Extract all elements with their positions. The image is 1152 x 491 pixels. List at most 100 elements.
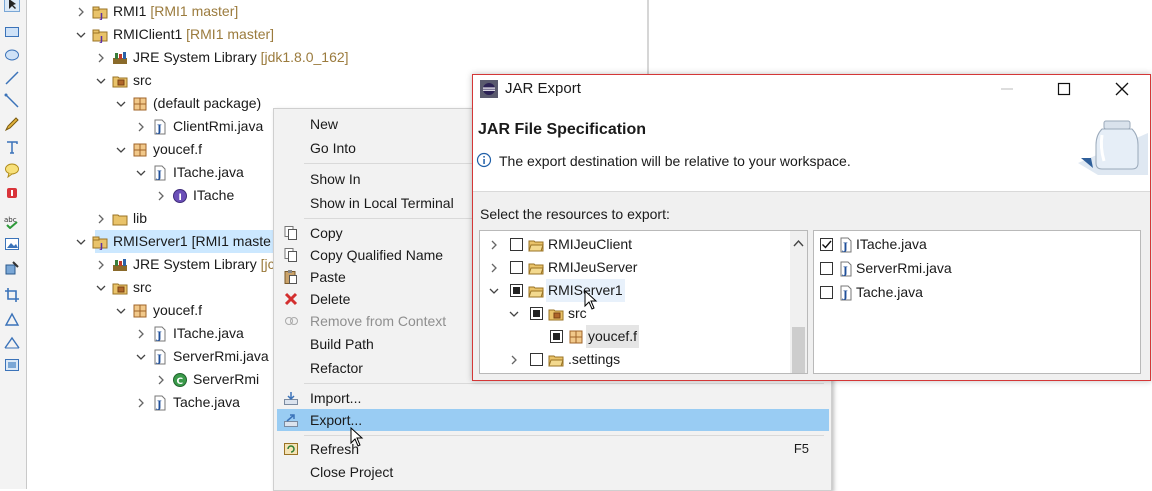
java-file-icon: J (838, 261, 854, 277)
tree-item-label: youcef.f (153, 302, 203, 318)
chevron-right-icon[interactable] (135, 322, 147, 345)
tree-item-label: ITache (193, 187, 235, 203)
connector-tool-icon[interactable] (4, 93, 20, 109)
menu-item-import[interactable]: Import... (274, 387, 831, 409)
menu-separator (304, 435, 824, 436)
chevron-right-icon[interactable] (75, 0, 87, 23)
menu-item-label: Paste (310, 269, 346, 285)
component-tool-icon[interactable] (4, 260, 20, 276)
file-checkbox[interactable] (820, 286, 833, 299)
svg-text:J: J (156, 124, 162, 135)
resource-checkbox[interactable] (530, 307, 543, 320)
chevron-right-icon[interactable] (95, 253, 107, 276)
dialog-titlebar[interactable]: JAR Export (473, 75, 1150, 103)
chevron-down-icon[interactable] (95, 276, 107, 299)
scrollbar-thumb[interactable] (792, 327, 805, 373)
resource-label: .settings (568, 351, 621, 367)
distribute-tool-icon[interactable] (4, 334, 20, 350)
chevron-right-icon[interactable] (95, 207, 107, 230)
menu-item-label: Copy (310, 225, 343, 241)
refresh-icon (283, 441, 299, 457)
chevron-down-icon[interactable] (508, 302, 520, 325)
svg-text:I: I (179, 193, 182, 203)
resource-tree-scrollbar[interactable] (790, 231, 807, 373)
tree-item-label: RMIServer1 [RMI1 maste (113, 233, 271, 249)
library-icon (112, 50, 128, 66)
chevron-down-icon[interactable] (115, 138, 127, 161)
minimize-button[interactable] (984, 75, 1030, 103)
chevron-right-icon[interactable] (135, 115, 147, 138)
file-checkbox[interactable] (820, 238, 833, 251)
java-file-icon: J (838, 285, 854, 301)
tree-item-label: RMI1 (113, 3, 147, 19)
menu-item-label: Refactor (310, 360, 363, 376)
text-tool-icon[interactable] (4, 139, 20, 155)
menu-item-label: Build Path (310, 336, 374, 352)
chevron-right-icon[interactable] (155, 368, 167, 391)
chevron-down-icon[interactable] (75, 230, 87, 253)
maximize-button[interactable] (1041, 75, 1087, 103)
menu-item-label: Show in Local Terminal (310, 195, 454, 211)
chevron-right-icon[interactable] (488, 233, 500, 256)
resource-tree[interactable]: RMIJeuClient RMIJeuServer RMIServer1 src (479, 230, 808, 374)
tree-item-label: ITache.java (173, 325, 244, 341)
resource-checkbox[interactable] (510, 284, 523, 297)
info-message: The export destination will be relative … (499, 153, 851, 169)
chevron-down-icon[interactable] (135, 345, 147, 368)
tree-item-label: ServerRmi.java (173, 348, 269, 364)
pen-tool-icon[interactable] (4, 116, 20, 132)
file-label: ITache.java (856, 236, 927, 252)
package-icon (568, 329, 584, 345)
resource-checkbox[interactable] (550, 330, 563, 343)
java-project-icon: J (92, 234, 108, 250)
chevron-right-icon[interactable] (155, 184, 167, 207)
copy-icon (283, 247, 299, 263)
java-project-icon: J (92, 27, 108, 43)
project-folder-icon (528, 237, 544, 253)
chevron-down-icon[interactable] (95, 69, 107, 92)
resource-label: RMIJeuServer (548, 259, 638, 275)
resource-checkbox[interactable] (530, 353, 543, 366)
menu-item-label: Import... (310, 390, 362, 406)
spell-check-icon[interactable]: abc (4, 213, 20, 229)
chevron-right-icon[interactable] (135, 391, 147, 414)
line-tool-icon[interactable] (4, 70, 20, 86)
chevron-down-icon[interactable] (135, 161, 147, 184)
svg-text:J: J (99, 242, 103, 250)
file-list[interactable]: J ITache.java J ServerRmi.java J Tache.j… (813, 230, 1141, 374)
chevron-down-icon[interactable] (488, 279, 500, 302)
resource-checkbox[interactable] (510, 238, 523, 251)
view-divider (647, 0, 649, 75)
resource-label: youcef.f (586, 325, 640, 348)
tree-item-label: src (133, 72, 152, 88)
resource-checkbox[interactable] (510, 261, 523, 274)
ellipse-tool-icon[interactable] (4, 47, 20, 63)
note-tool-icon[interactable] (4, 162, 20, 178)
crop-tool-icon[interactable] (4, 287, 20, 303)
menu-item-label: Remove from Context (310, 313, 447, 329)
java-project-icon: J (92, 4, 108, 20)
chevron-right-icon[interactable] (488, 256, 500, 279)
file-checkbox[interactable] (820, 262, 833, 275)
svg-text:J: J (99, 12, 103, 20)
align-tool-icon[interactable] (4, 311, 20, 327)
paste-icon (283, 269, 299, 285)
menu-item-close-project[interactable]: Close Project (274, 461, 831, 483)
folder-icon (548, 352, 564, 368)
chevron-right-icon[interactable] (95, 46, 107, 69)
copy-icon (283, 225, 299, 241)
group-tool-icon[interactable] (4, 357, 20, 373)
chevron-down-icon[interactable] (115, 299, 127, 322)
java-file-icon: J (152, 165, 168, 181)
rectangle-tool-icon[interactable] (4, 24, 20, 40)
menu-item-label: Go Into (310, 140, 356, 156)
chevron-right-icon[interactable] (508, 348, 520, 371)
image-tool-icon[interactable] (4, 236, 20, 252)
scroll-up-arrow-icon[interactable] (792, 235, 805, 247)
select-tool-icon[interactable] (4, 0, 20, 12)
error-marker-icon[interactable] (4, 185, 20, 201)
chevron-down-icon[interactable] (115, 92, 127, 115)
chevron-down-icon[interactable] (75, 23, 87, 46)
close-button[interactable] (1099, 75, 1145, 103)
delete-icon (283, 291, 299, 307)
